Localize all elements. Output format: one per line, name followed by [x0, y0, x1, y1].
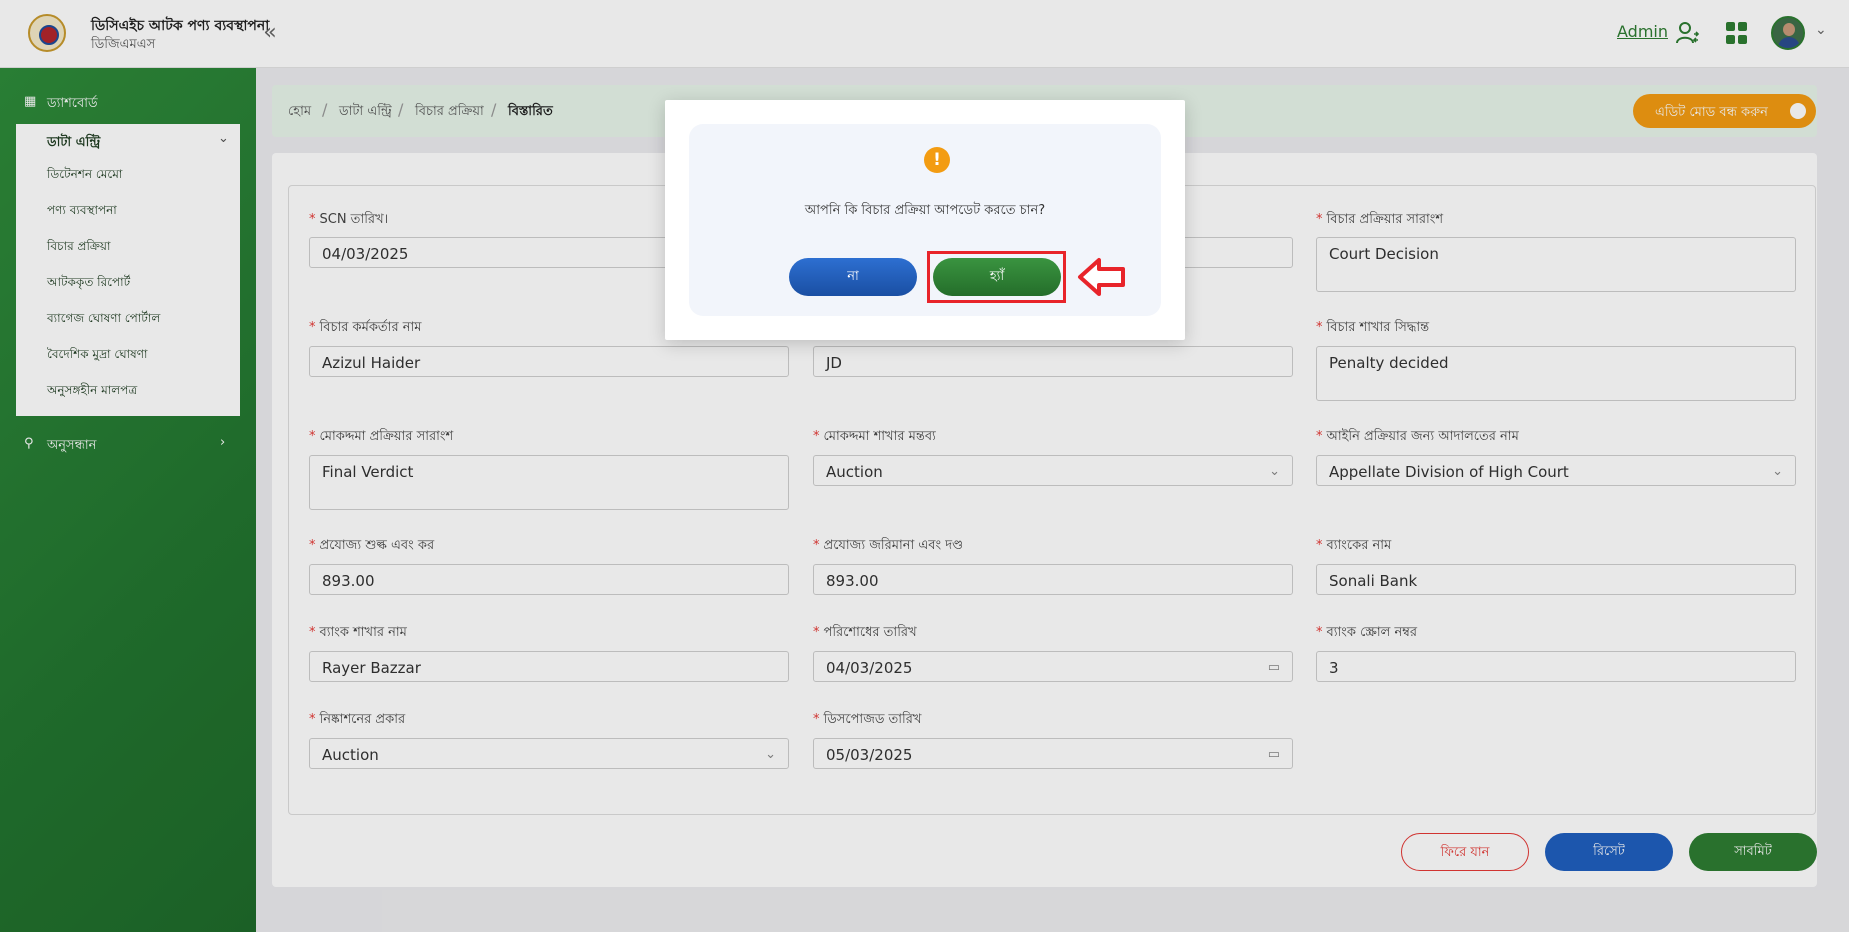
left-arrow-icon	[1078, 258, 1125, 296]
dialog-no-button[interactable]: না	[789, 258, 917, 296]
dialog-message: আপনি কি বিচার প্রক্রিয়া আপডেট করতে চান?	[804, 203, 1046, 218]
warning-icon: !	[924, 147, 950, 173]
highlight-box	[927, 251, 1066, 303]
confirm-dialog: ! আপনি কি বিচার প্রক্রিয়া আপডেট করতে চা…	[665, 100, 1185, 340]
